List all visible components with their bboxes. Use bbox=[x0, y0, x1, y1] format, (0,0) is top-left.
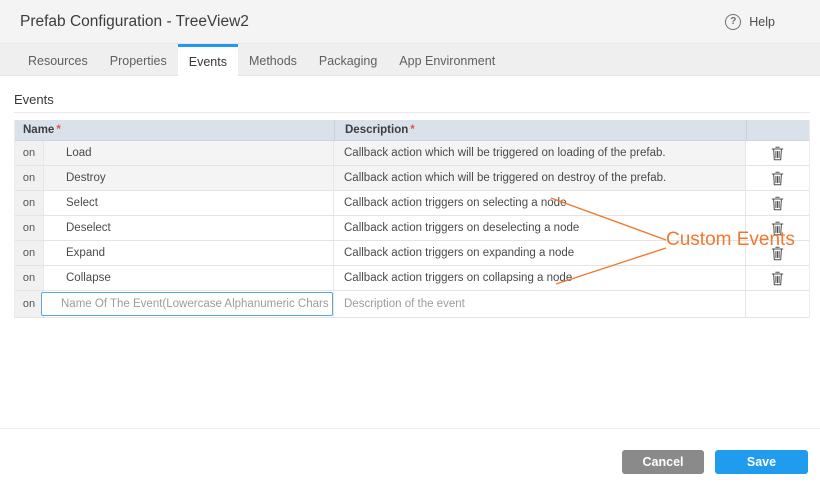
dialog-header: Prefab Configuration - TreeView2 ? Help bbox=[0, 0, 820, 44]
new-event-row: on bbox=[15, 291, 809, 318]
event-prefix: on bbox=[15, 166, 44, 190]
event-prefix: on bbox=[15, 216, 44, 240]
delete-event-button[interactable] bbox=[745, 191, 808, 215]
new-event-actions-cell bbox=[745, 291, 808, 317]
save-button[interactable]: Save bbox=[715, 450, 808, 474]
event-name[interactable]: Expand bbox=[44, 241, 333, 265]
required-marker: * bbox=[410, 124, 415, 136]
table-row-destroy: on Destroy Callback action which will be… bbox=[15, 166, 809, 191]
event-prefix: on bbox=[15, 266, 44, 290]
footer-divider bbox=[0, 428, 820, 429]
event-prefix: on bbox=[15, 291, 44, 317]
required-marker: * bbox=[56, 124, 61, 136]
event-description[interactable]: Callback action triggers on collapsing a… bbox=[333, 266, 745, 290]
event-prefix: on bbox=[15, 241, 44, 265]
column-header-name-label: Name bbox=[23, 124, 55, 136]
events-table: Name * Description * on Load Callback acti… bbox=[14, 120, 810, 318]
tab-bar: Resources Properties Events Methods Pack… bbox=[0, 44, 820, 76]
column-header-actions bbox=[746, 120, 809, 140]
column-header-description-label: Description bbox=[345, 124, 409, 136]
delete-event-button[interactable] bbox=[745, 166, 808, 190]
page-title: Prefab Configuration - TreeView2 bbox=[20, 12, 249, 30]
trash-icon bbox=[771, 146, 783, 160]
prefab-configuration-dialog: Prefab Configuration - TreeView2 ? Help … bbox=[0, 0, 820, 488]
table-header-row: Name * Description * bbox=[15, 120, 809, 141]
tab-resources[interactable]: Resources bbox=[17, 44, 99, 75]
event-name: Load bbox=[44, 141, 333, 165]
help-label: Help bbox=[749, 14, 775, 29]
table-row-select: on Select Callback action triggers on se… bbox=[15, 191, 809, 216]
trash-icon bbox=[771, 171, 783, 185]
cancel-button[interactable]: Cancel bbox=[622, 450, 704, 474]
delete-event-button[interactable] bbox=[745, 266, 808, 290]
trash-icon bbox=[771, 196, 783, 210]
new-event-description-cell bbox=[333, 291, 745, 317]
event-name[interactable]: Select bbox=[44, 191, 333, 215]
table-row-load: on Load Callback action which will be tr… bbox=[15, 141, 809, 166]
table-row-deselect: on Deselect Callback action triggers on … bbox=[15, 216, 809, 241]
column-header-name: Name * bbox=[15, 124, 334, 136]
event-prefix: on bbox=[15, 141, 44, 165]
column-header-description: Description * bbox=[334, 120, 746, 140]
event-description[interactable]: Callback action triggers on selecting a … bbox=[333, 191, 745, 215]
event-name[interactable]: Deselect bbox=[44, 216, 333, 240]
new-event-description-input[interactable] bbox=[344, 291, 745, 317]
new-event-name-cell bbox=[41, 291, 333, 317]
event-description: Callback action which will be triggered … bbox=[333, 166, 745, 190]
event-description: Callback action which will be triggered … bbox=[333, 141, 745, 165]
section-title: Events bbox=[14, 92, 54, 107]
section-divider bbox=[14, 112, 810, 113]
event-name: Destroy bbox=[44, 166, 333, 190]
tab-app-environment[interactable]: App Environment bbox=[388, 44, 506, 75]
tab-methods[interactable]: Methods bbox=[238, 44, 308, 75]
trash-icon bbox=[771, 271, 783, 285]
tab-events[interactable]: Events bbox=[177, 44, 238, 76]
help-button[interactable]: ? Help bbox=[725, 13, 775, 30]
delete-event-button[interactable] bbox=[745, 141, 808, 165]
trash-icon bbox=[771, 246, 783, 260]
event-prefix: on bbox=[15, 191, 44, 215]
delete-event-button[interactable] bbox=[745, 216, 808, 240]
tab-packaging[interactable]: Packaging bbox=[308, 44, 388, 75]
tab-properties[interactable]: Properties bbox=[99, 44, 178, 75]
event-description[interactable]: Callback action triggers on expanding a … bbox=[333, 241, 745, 265]
trash-icon bbox=[771, 221, 783, 235]
help-icon: ? bbox=[725, 13, 742, 30]
table-row-collapse: on Collapse Callback action triggers on … bbox=[15, 266, 809, 291]
event-name[interactable]: Collapse bbox=[44, 266, 333, 290]
event-description[interactable]: Callback action triggers on deselecting … bbox=[333, 216, 745, 240]
delete-event-button[interactable] bbox=[745, 241, 808, 265]
table-row-expand: on Expand Callback action triggers on ex… bbox=[15, 241, 809, 266]
new-event-name-input[interactable] bbox=[41, 292, 333, 316]
